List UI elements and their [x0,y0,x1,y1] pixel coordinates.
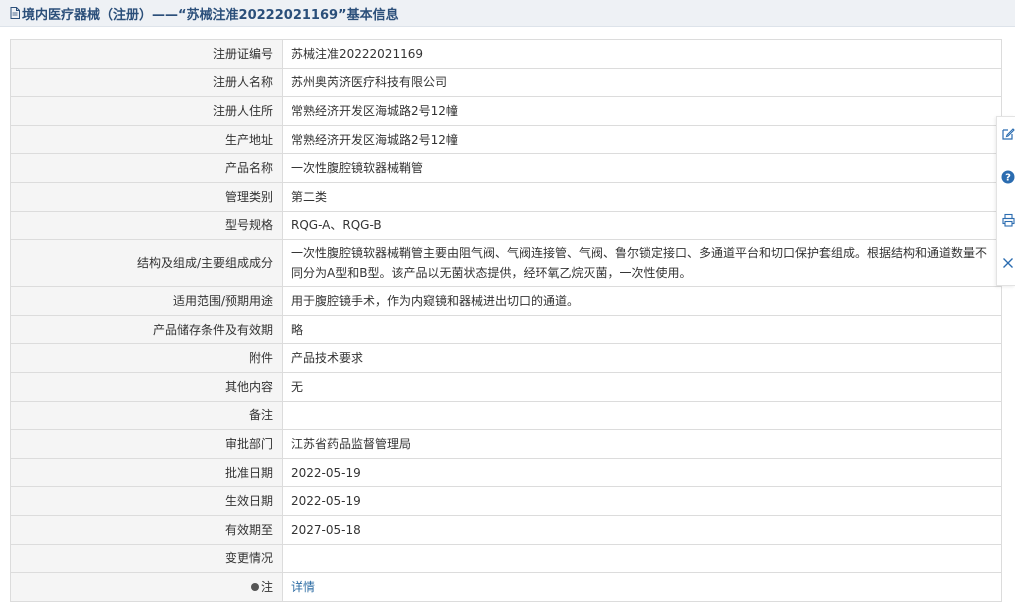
row-label: 型号规格 [10,210,283,241]
row-label: 生产地址 [10,124,283,155]
row-value: 2027-05-18 [282,514,1002,545]
row-value: 详情 [282,572,1002,602]
row-label: 有效期至 [10,514,283,545]
row-label: 适用范围/预期用途 [10,286,283,316]
table-row: 适用范围/预期用途 用于腹腔镜手术，作为内窥镜和器械进出切口的通道。 [10,286,1002,316]
table-row: 注册人住所 常熟经济开发区海城路2号12幢 [10,96,1002,126]
row-label: 产品储存条件及有效期 [10,314,283,345]
table-row: 注 详情 [10,572,1002,602]
row-value: 苏械注准20222021169 [282,39,1002,69]
row-label: 附件 [10,343,283,373]
row-value: 2022-05-19 [282,457,1002,488]
page-title: 境内医疗器械（注册）——“苏械注准20222021169”基本信息 [22,7,399,23]
row-label: 注 [260,579,273,594]
note-label-cell: 注 [10,572,283,602]
lightbulb-icon [250,582,259,591]
print-icon[interactable] [1001,213,1015,227]
row-value: 一次性腹腔镜软器械鞘管 [282,153,1002,183]
table-row: 产品名称 一次性腹腔镜软器械鞘管 [10,153,1002,183]
row-label: 变更情况 [10,543,283,574]
row-label: 管理类别 [10,181,283,212]
row-value: 无 [282,371,1002,402]
row-value: 常熟经济开发区海城路2号12幢 [282,96,1002,126]
row-label: 产品名称 [10,153,283,183]
row-value: 江苏省药品监督管理局 [282,429,1002,459]
row-value [282,543,1002,574]
device-info-table: 注册证编号 苏械注准20222021169 注册人名称 苏州奥芮济医疗科技有限公… [10,39,1002,602]
row-value: 2022-05-19 [282,486,1002,516]
table-row: 有效期至 2027-05-18 [10,514,1002,545]
table-row: 批准日期 2022-05-19 [10,457,1002,488]
row-label: 生效日期 [10,486,283,516]
row-value: 略 [282,314,1002,345]
details-link[interactable]: 详情 [291,580,315,594]
close-icon[interactable] [1001,256,1015,270]
table-row: 注册证编号 苏械注准20222021169 [10,39,1002,69]
row-value: 常熟经济开发区海城路2号12幢 [282,124,1002,155]
row-value [282,400,1002,431]
page-header: 境内医疗器械（注册）——“苏械注准20222021169”基本信息 [0,0,1015,27]
edit-icon[interactable] [1001,127,1015,141]
row-label: 注册人名称 [10,67,283,98]
table-row: 管理类别 第二类 [10,181,1002,212]
table-row: 其他内容 无 [10,371,1002,402]
row-label: 批准日期 [10,457,283,488]
table-row: 注册人名称 苏州奥芮济医疗科技有限公司 [10,67,1002,98]
table-row: 附件 产品技术要求 [10,343,1002,373]
row-value: 苏州奥芮济医疗科技有限公司 [282,67,1002,98]
table-row: 变更情况 [10,543,1002,574]
table-row: 产品储存条件及有效期 略 [10,314,1002,345]
table-row: 生产地址 常熟经济开发区海城路2号12幢 [10,124,1002,155]
row-value: 产品技术要求 [282,343,1002,373]
side-toolbar: ? [996,116,1015,286]
row-label: 其他内容 [10,371,283,402]
row-value: 第二类 [282,181,1002,212]
document-icon [10,7,20,19]
row-label: 注册证编号 [10,39,283,69]
row-value: RQG-A、RQG-B [282,210,1002,241]
svg-text:?: ? [1005,173,1011,184]
row-label: 审批部门 [10,429,283,459]
row-label: 结构及组成/主要组成成分 [10,239,283,288]
row-label: 备注 [10,400,283,431]
table-row: 结构及组成/主要组成成分 一次性腹腔镜软器械鞘管主要由阻气阀、气阀连接管、气阀、… [10,239,1002,288]
row-value: 一次性腹腔镜软器械鞘管主要由阻气阀、气阀连接管、气阀、鲁尔锁定接口、多通道平台和… [282,239,1002,288]
row-value: 用于腹腔镜手术，作为内窥镜和器械进出切口的通道。 [282,286,1002,316]
table-row: 备注 [10,400,1002,431]
table-row: 型号规格 RQG-A、RQG-B [10,210,1002,241]
table-row: 生效日期 2022-05-19 [10,486,1002,516]
table-row: 审批部门 江苏省药品监督管理局 [10,429,1002,459]
help-icon[interactable]: ? [1001,170,1015,184]
row-label: 注册人住所 [10,96,283,126]
